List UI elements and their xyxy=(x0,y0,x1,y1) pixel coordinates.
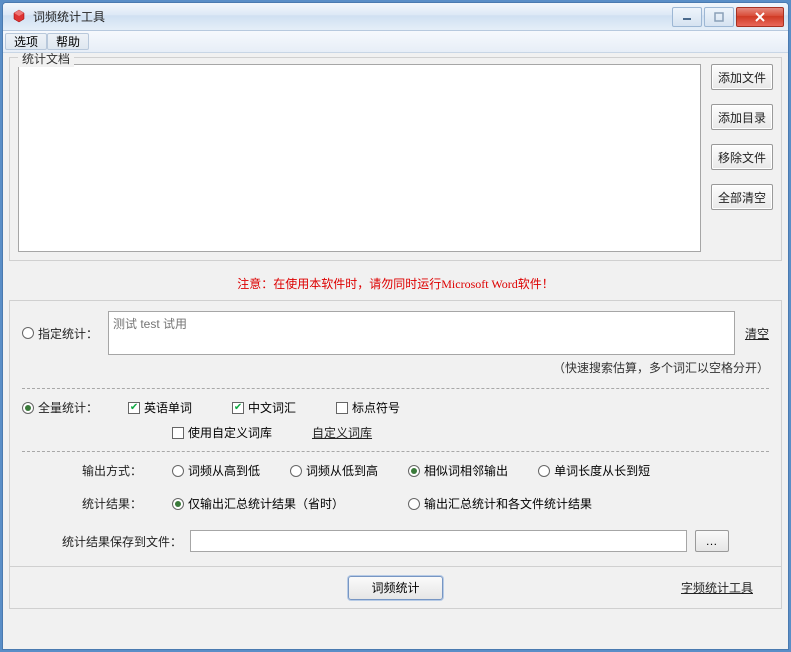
result-scope-row: 统计结果： 仅输出汇总统计结果（省时） 输出汇总统计和各文件统计结果 xyxy=(22,495,769,512)
divider xyxy=(22,388,769,389)
summary-and-each-radio[interactable]: 输出汇总统计和各文件统计结果 xyxy=(408,495,592,512)
checkbox-icon: ✔ xyxy=(232,402,244,414)
full-stats-label: 全量统计： xyxy=(38,399,98,416)
sort-high-low-label: 词频从高到低 xyxy=(188,462,260,479)
keywords-hint: （快速搜索估算，多个词汇以空格分开） xyxy=(22,355,769,378)
radio-icon xyxy=(22,327,34,339)
clear-all-button[interactable]: 全部清空 xyxy=(711,184,773,210)
close-button[interactable] xyxy=(736,7,784,27)
custom-dict-checkbox[interactable]: 使用自定义词库 xyxy=(172,424,272,441)
clear-keywords-link[interactable]: 清空 xyxy=(745,325,769,342)
checkbox-icon xyxy=(172,427,184,439)
menu-options[interactable]: 选项 xyxy=(5,33,47,50)
similar-adjacent-label: 相似词相邻输出 xyxy=(424,462,508,479)
radio-icon xyxy=(172,498,184,510)
radio-icon xyxy=(172,465,184,477)
length-long-short-label: 单词长度从长到短 xyxy=(554,462,650,479)
config-panel: 指定统计： 清空 （快速搜索估算，多个词汇以空格分开） 全量统计： ✔ 英语单词 xyxy=(9,300,782,567)
chinese-words-checkbox[interactable]: ✔ 中文词汇 xyxy=(232,399,296,416)
custom-dict-row: 使用自定义词库 自定义词库 xyxy=(22,424,769,441)
add-file-button[interactable]: 添加文件 xyxy=(711,64,773,90)
window-title: 词频统计工具 xyxy=(33,8,670,25)
file-group-legend: 统计文档 xyxy=(18,53,74,67)
app-icon xyxy=(11,9,27,25)
client-area: 统计文档 添加文件 添加目录 移除文件 全部清空 注意：在使用本软件时，请勿同时… xyxy=(3,53,788,649)
menu-help[interactable]: 帮助 xyxy=(47,33,89,50)
menu-bar: 选项 帮助 xyxy=(3,31,788,53)
minimize-button[interactable] xyxy=(672,7,702,27)
custom-dict-label: 使用自定义词库 xyxy=(188,424,272,441)
bottom-bar: 词频统计 字频统计工具 xyxy=(9,567,782,609)
output-mode-row: 输出方式： 词频从高到低 词频从低到高 相似词相邻输出 xyxy=(22,462,769,479)
app-window: 词频统计工具 选项 帮助 统计文档 添加文件 添加目录 xyxy=(2,2,789,650)
remove-file-button[interactable]: 移除文件 xyxy=(711,144,773,170)
run-button[interactable]: 词频统计 xyxy=(348,576,442,600)
punctuation-checkbox[interactable]: 标点符号 xyxy=(336,399,400,416)
english-words-checkbox[interactable]: ✔ 英语单词 xyxy=(128,399,192,416)
char-freq-tool-link[interactable]: 字频统计工具 xyxy=(681,579,753,596)
checkbox-icon xyxy=(336,402,348,414)
specified-stats-row: 指定统计： 清空 xyxy=(22,311,769,355)
specified-stats-label: 指定统计： xyxy=(38,325,98,342)
maximize-button[interactable] xyxy=(704,7,734,27)
radio-icon xyxy=(22,402,34,414)
save-path-input[interactable] xyxy=(190,530,687,552)
radio-icon xyxy=(538,465,550,477)
add-dir-button[interactable]: 添加目录 xyxy=(711,104,773,130)
full-stats-radio[interactable]: 全量统计： xyxy=(22,399,98,416)
english-words-label: 英语单词 xyxy=(144,399,192,416)
radio-icon xyxy=(290,465,302,477)
title-bar: 词频统计工具 xyxy=(3,3,788,31)
sort-high-low-radio[interactable]: 词频从高到低 xyxy=(172,462,260,479)
length-long-short-radio[interactable]: 单词长度从长到短 xyxy=(538,462,650,479)
summary-only-label: 仅输出汇总统计结果（省时） xyxy=(188,495,344,512)
radio-icon xyxy=(408,498,420,510)
browse-button[interactable]: … xyxy=(695,530,729,552)
file-listbox[interactable] xyxy=(18,64,701,252)
divider xyxy=(22,451,769,452)
punctuation-label: 标点符号 xyxy=(352,399,400,416)
save-path-row: 统计结果保存到文件： … xyxy=(22,530,769,552)
similar-adjacent-radio[interactable]: 相似词相邻输出 xyxy=(408,462,508,479)
file-group: 统计文档 添加文件 添加目录 移除文件 全部清空 xyxy=(9,57,782,261)
file-buttons: 添加文件 添加目录 移除文件 全部清空 xyxy=(711,64,773,252)
checkbox-icon: ✔ xyxy=(128,402,140,414)
summary-only-radio[interactable]: 仅输出汇总统计结果（省时） xyxy=(172,495,344,512)
save-path-label: 统计结果保存到文件： xyxy=(62,533,182,550)
summary-and-each-label: 输出汇总统计和各文件统计结果 xyxy=(424,495,592,512)
specified-stats-radio[interactable]: 指定统计： xyxy=(22,325,98,342)
sort-low-high-label: 词频从低到高 xyxy=(306,462,378,479)
full-stats-row: 全量统计： ✔ 英语单词 ✔ 中文词汇 标点符号 xyxy=(22,399,769,416)
radio-icon xyxy=(408,465,420,477)
chinese-words-label: 中文词汇 xyxy=(248,399,296,416)
warning-text: 注意：在使用本软件时，请勿同时运行Microsoft Word软件！ xyxy=(9,265,782,300)
window-controls xyxy=(670,7,784,27)
output-mode-label: 输出方式： xyxy=(82,462,142,479)
custom-dict-link[interactable]: 自定义词库 xyxy=(312,424,372,441)
result-scope-label: 统计结果： xyxy=(82,495,142,512)
keywords-input[interactable] xyxy=(108,311,735,355)
sort-low-high-radio[interactable]: 词频从低到高 xyxy=(290,462,378,479)
